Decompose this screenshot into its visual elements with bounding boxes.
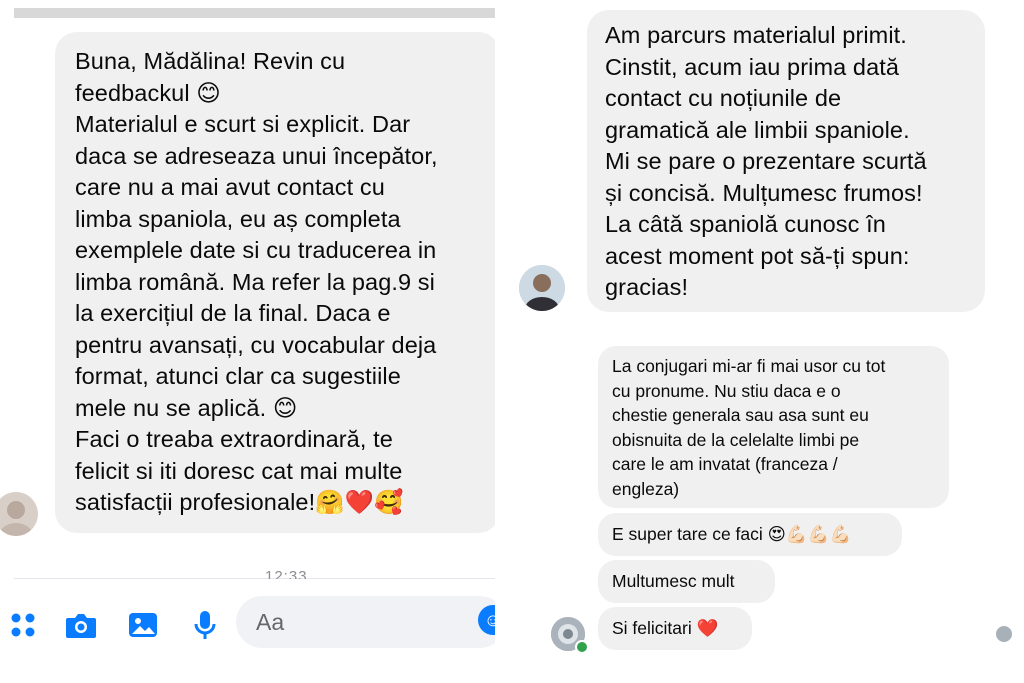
received-message-bubble: Buna, Mădălina! Revin cu feedbackul 😊 Ma… [55,32,495,533]
message-text: E super tare ce faci 😍💪🏻💪🏻💪🏻 [612,524,852,545]
received-message-bubble: Si felicitari ❤️ [598,607,752,650]
left-conversation-panel: Buna, Mădălina! Revin cu feedbackul 😊 Ma… [0,0,495,683]
read-receipt-avatar [996,626,1012,642]
message-input-container[interactable] [236,596,495,648]
image-icon[interactable] [126,608,160,642]
top-strip [14,8,495,18]
online-status-dot [575,640,589,654]
received-message-bubble: Multumesc mult [598,560,775,603]
sender-avatar[interactable] [0,492,38,536]
message-text: La conjugari mi-ar fi mai usor cu tot cu… [612,356,886,499]
separator-line [14,578,495,579]
message-text: Si felicitari ❤️ [612,618,719,639]
sender-avatar[interactable] [519,265,565,311]
received-message-bubble: La conjugari mi-ar fi mai usor cu tot cu… [598,346,949,508]
apps-icon[interactable] [6,608,40,642]
message-timestamp: 12:33 [265,568,308,579]
message-text: Multumesc mult [612,571,735,592]
received-message-bubble: E super tare ce faci 😍💪🏻💪🏻💪🏻 [598,513,902,556]
image-divider [495,0,505,683]
received-message-bubble: Am parcurs materialul primit. Cinstit, a… [587,10,985,312]
microphone-icon[interactable] [188,608,222,642]
message-text: Buna, Mădălina! Revin cu feedbackul 😊 Ma… [75,48,438,515]
camera-icon[interactable] [64,608,98,642]
message-text: Am parcurs materialul primit. Cinstit, a… [605,22,927,300]
message-input[interactable] [254,607,458,637]
